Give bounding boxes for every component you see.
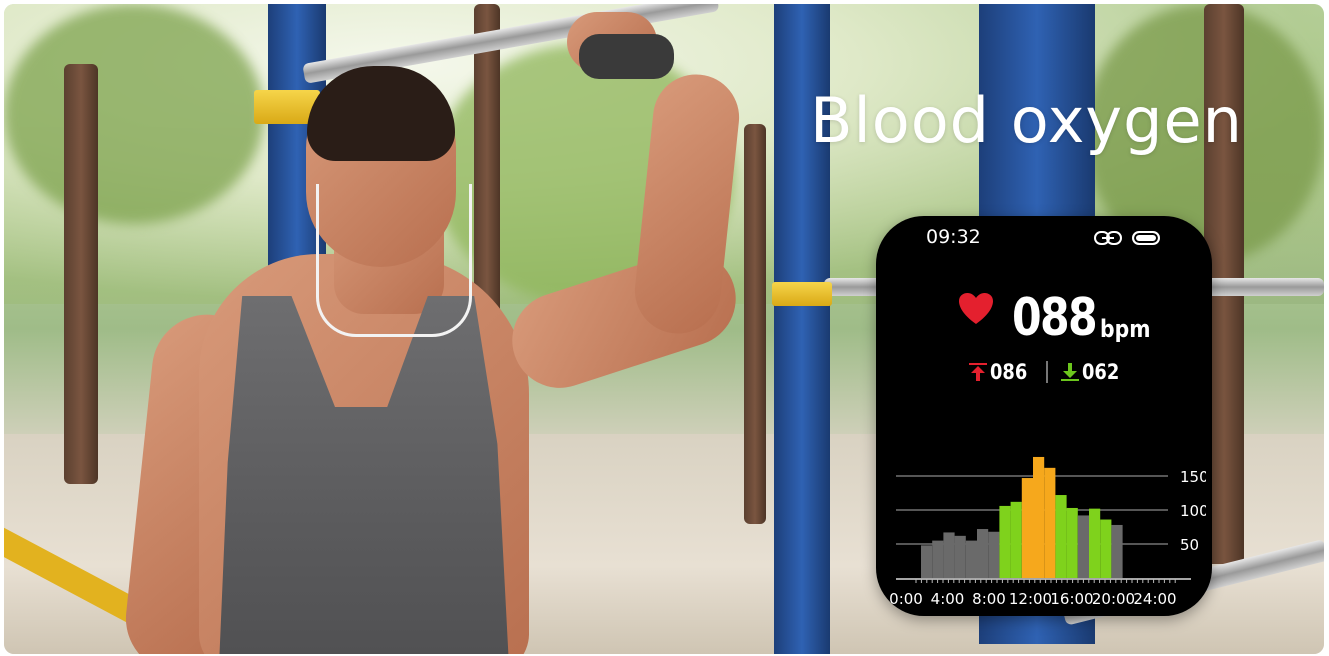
heart-rate-value: 088 [1012, 288, 1098, 348]
heart-icon [959, 293, 993, 324]
banner-image: Blood oxygen 09:32 088 bpm 086 062 150 1… [4, 4, 1324, 654]
bar [999, 505, 1011, 578]
bar [965, 540, 977, 578]
smartwatch-screen: 09:32 088 bpm 086 062 150 100 50 0:00 4:… [876, 216, 1212, 616]
bar [1066, 507, 1078, 578]
min-max-row: 086 062 [968, 360, 1128, 384]
bar [977, 529, 989, 578]
link-icon [1094, 231, 1122, 245]
bar [1044, 467, 1056, 578]
heart-rate-chart: 150 100 50 0:00 4:00 8:00 12:0016:0020:0024:00 [889, 456, 1206, 608]
heart-rate-unit: bpm [1100, 315, 1151, 343]
bar [954, 535, 966, 578]
status-icons [1094, 230, 1160, 246]
hair [307, 66, 455, 161]
y-tick-label: 150 [1180, 468, 1206, 486]
battery-icon [1132, 231, 1160, 245]
bar [1033, 456, 1045, 578]
arrow-down-icon [1061, 363, 1079, 381]
separator [1046, 361, 1048, 383]
bar [1089, 508, 1101, 578]
earphone-wire [316, 184, 472, 337]
x-tick-label: 8:00 [972, 590, 1006, 608]
glove [579, 34, 674, 79]
x-tick-label: 20:00 [1092, 590, 1135, 608]
x-tick-label: 24:00 [1133, 590, 1176, 608]
y-tick-label: 100 [1180, 502, 1206, 520]
bar [943, 532, 955, 578]
x-tick-label: 0:00 [889, 590, 923, 608]
bar [921, 545, 933, 578]
y-tick-label: 50 [1180, 536, 1199, 554]
min-value: 062 [1082, 360, 1120, 384]
bar [1010, 501, 1022, 578]
x-tick-label: 12:00 [1009, 590, 1052, 608]
bar [1021, 478, 1033, 578]
bar [1055, 495, 1067, 578]
x-tick-label: 4:00 [931, 590, 965, 608]
bar [1111, 524, 1123, 578]
heart-rate-row: 088 bpm [958, 284, 1159, 344]
arrow-up-icon [969, 363, 987, 381]
bar [932, 540, 944, 578]
bar [1077, 515, 1089, 578]
max-value: 086 [990, 360, 1028, 384]
bar [1100, 519, 1112, 578]
status-time: 09:32 [926, 226, 981, 248]
headline: Blood oxygen [810, 84, 1243, 157]
x-tick-label: 16:00 [1050, 590, 1093, 608]
bar [988, 531, 1000, 578]
